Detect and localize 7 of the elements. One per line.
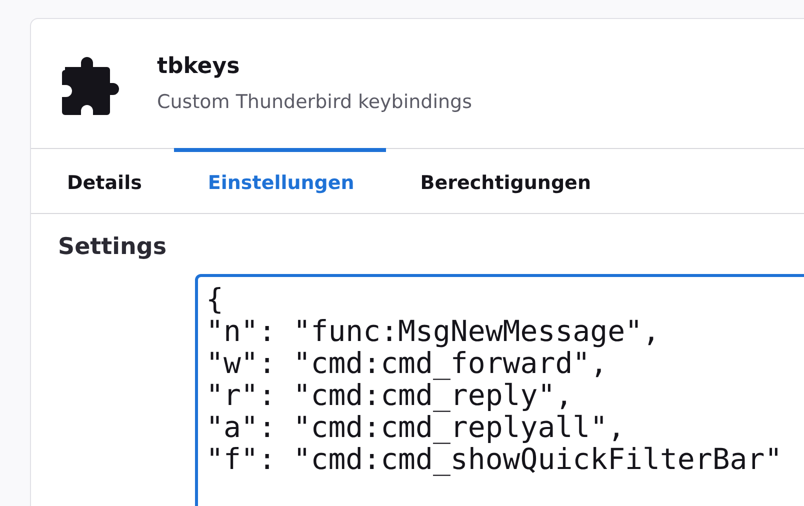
section-heading: Settings <box>58 234 168 260</box>
tab[interactable]: Einstellungen <box>174 148 386 213</box>
settings-editor[interactable]: { "n": "func:MsgNewMessage", "w": "cmd:cmd_forward", "r": "cmd:cmd_reply", "a": "cmd:cmd_replyall", "f": "cmd:cmd_showQuickFilterBar" <box>195 274 804 506</box>
addon-description: Custom Thunderbird keybindings <box>157 91 472 113</box>
addon-name: tbkeys <box>157 54 241 79</box>
tab[interactable]: Details <box>33 148 174 213</box>
tab[interactable]: Berechtigungen <box>386 148 623 213</box>
